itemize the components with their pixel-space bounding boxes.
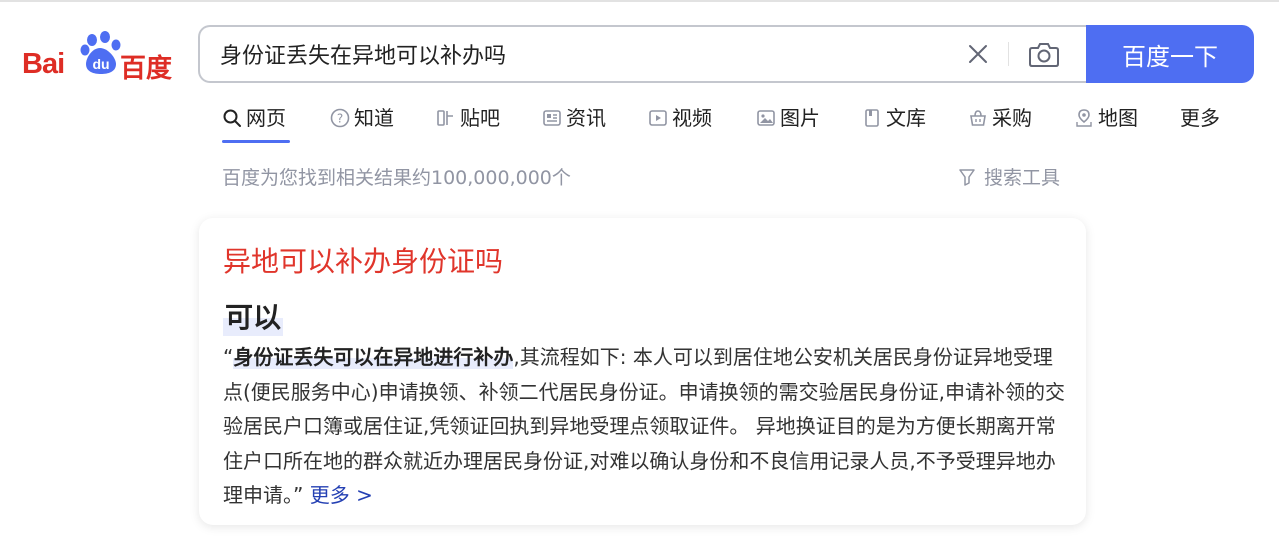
tab-label: 知道 [354,106,394,130]
paw-icon: du [80,31,121,74]
baidu-logo[interactable]: Bai du 百度 [20,30,180,84]
tab-label: 网页 [246,106,286,130]
divider [1008,42,1009,66]
search-box [198,25,1090,83]
tab-label: 文库 [886,106,926,130]
card-snippet: “身份证丢失可以在异地进行补办,其流程如下: 本人可以到居住地公安机关居民身份证… [223,340,1068,513]
top-border [0,0,1279,2]
tab-label: 地图 [1098,106,1138,130]
logo-latin: Bai [22,48,65,80]
search-tools-label: 搜索工具 [984,167,1061,189]
tab-news[interactable]: 资讯 [542,104,606,144]
search-button[interactable]: 百度一下 [1086,25,1254,83]
image-icon [757,110,775,126]
tab-images[interactable]: 图片 [756,104,820,144]
tab-video[interactable]: 视频 [648,104,712,144]
result-count: 百度为您找到相关结果约100,000,000个 [222,167,571,189]
question-icon: ? [330,108,350,128]
tab-label: 贴吧 [460,106,500,130]
tab-label: 视频 [672,106,712,130]
tab-label: 资讯 [566,106,606,130]
search-tools-button[interactable]: 搜索工具 [958,163,1060,190]
document-icon [865,109,879,127]
svg-text:du: du [92,56,109,72]
tab-purchase[interactable]: 采购 [968,104,1032,144]
filter-icon [959,168,975,186]
tab-wenku[interactable]: 文库 [862,104,926,144]
active-tab-indicator [222,140,290,143]
logo-chinese: 百度 [120,54,173,84]
card-answer: 可以 [223,296,284,336]
tab-zhidao[interactable]: ? 知道 [330,104,394,144]
search-input[interactable] [220,27,940,81]
basket-icon [970,110,986,126]
tab-label: 更多 [1180,106,1220,130]
news-icon [543,110,561,126]
quote-close: ” [293,483,310,508]
more-link[interactable]: 更多 > [310,483,373,507]
tab-tieba[interactable]: 贴吧 [436,104,500,144]
camera-icon[interactable] [1028,40,1060,68]
card-title-link[interactable]: 异地可以补办身份证吗 [223,240,503,280]
answer-card: 异地可以补办身份证吗 可以 “身份证丢失可以在异地进行补办,其流程如下: 本人可… [199,218,1086,525]
video-icon [649,110,667,126]
quote-open: “ [223,345,234,369]
snippet-highlight: 身份证丢失可以在异地进行补办 [233,345,514,369]
map-pin-icon [1076,109,1092,127]
tab-map[interactable]: 地图 [1074,104,1138,144]
svg-text:?: ? [337,112,343,126]
search-icon [223,109,241,127]
tab-web[interactable]: 网页 [222,104,286,144]
tab-label: 图片 [780,106,820,130]
tab-label: 采购 [992,106,1032,130]
clear-icon[interactable] [966,42,990,66]
tieba-icon [437,110,453,126]
tab-more[interactable]: 更多 [1180,104,1220,144]
